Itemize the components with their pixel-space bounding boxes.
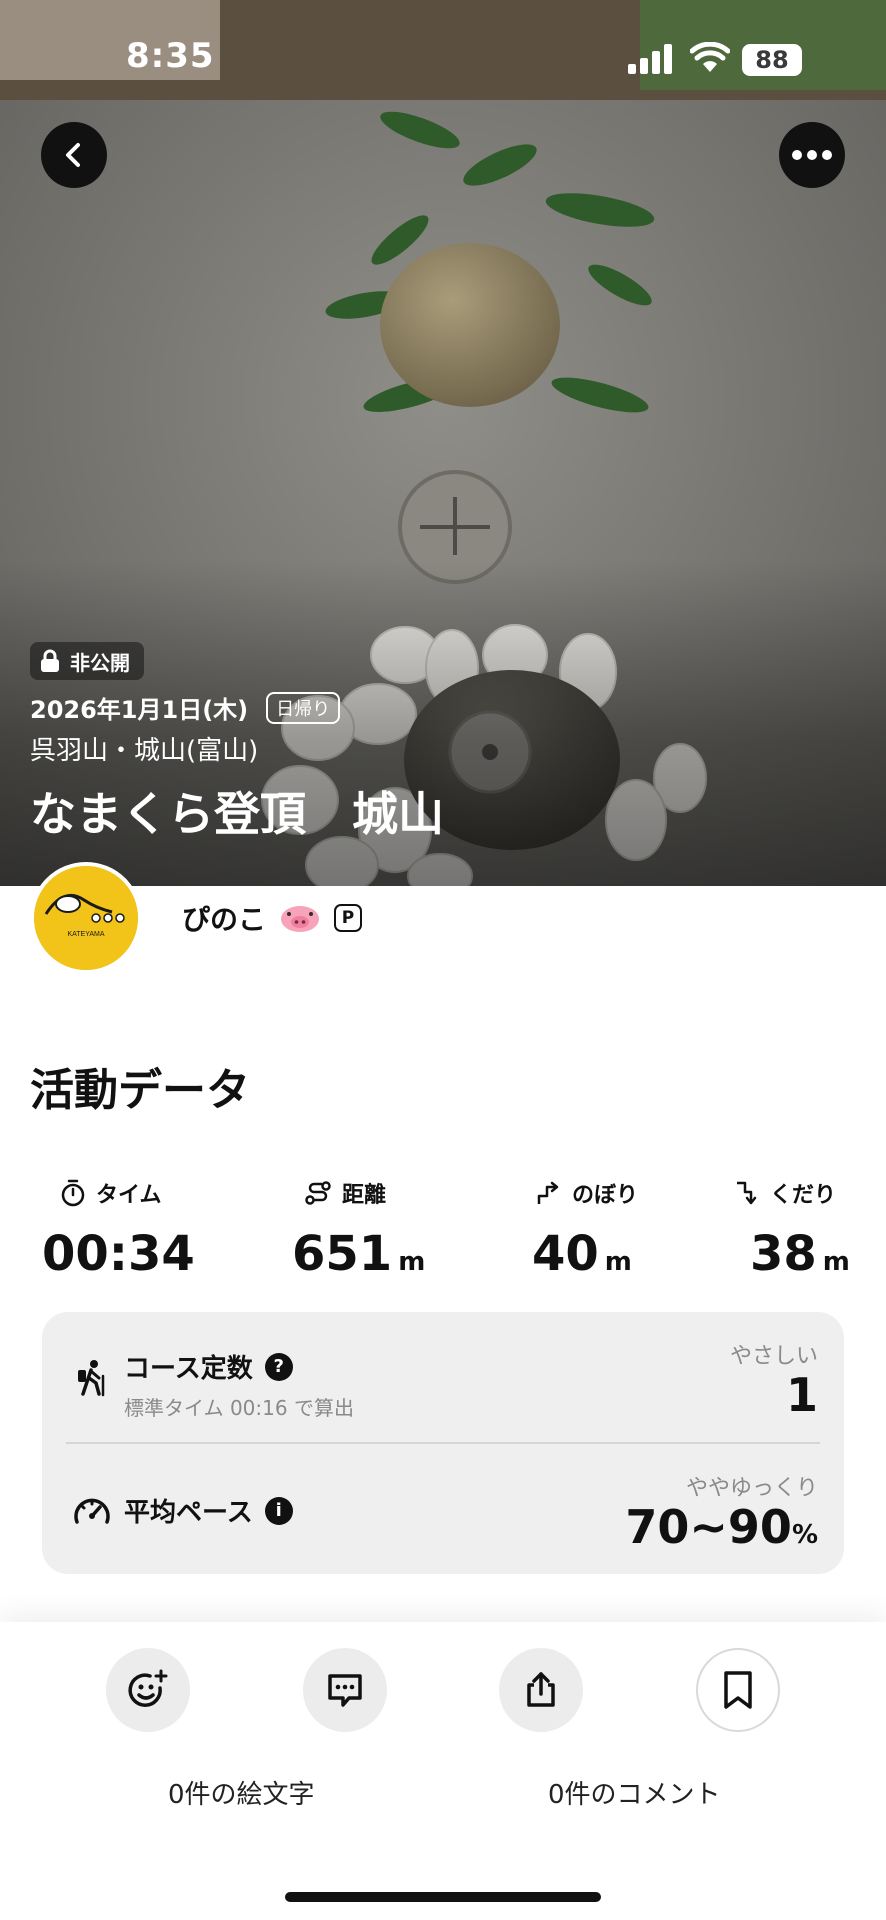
- status-time: 8:35: [126, 36, 215, 76]
- home-indicator: [285, 1892, 601, 1902]
- stat-ascent: のぼり 40 m: [532, 1176, 732, 1282]
- info-icon[interactable]: i: [264, 1496, 293, 1525]
- bookmark-icon: [724, 1671, 752, 1709]
- add-emoji-button[interactable]: [106, 1648, 190, 1732]
- help-icon[interactable]: ?: [264, 1352, 293, 1381]
- stat-label: 距離: [342, 1183, 387, 1208]
- stat-label: のぼり: [572, 1183, 639, 1208]
- avatar-text: KATEYAMA: [67, 931, 104, 938]
- chevron-left-icon: [66, 143, 80, 167]
- lock-icon: [41, 649, 59, 672]
- comment-button[interactable]: [303, 1648, 387, 1732]
- average-pace-value: 70~90: [625, 1500, 792, 1554]
- course-constant-subtitle: 標準タイム 00:16 で算出: [124, 1396, 354, 1420]
- average-pace-rating: ややゆっくり: [685, 1476, 818, 1501]
- trip-type-tag: 日帰り: [266, 691, 341, 724]
- cellular-signal-icon: [628, 44, 672, 74]
- speedometer-icon: [74, 1498, 110, 1524]
- course-constant-rating: やさしい: [729, 1344, 818, 1369]
- bookmark-button[interactable]: [696, 1648, 780, 1732]
- stat-unit: m: [398, 1247, 426, 1277]
- share-button[interactable]: [499, 1648, 583, 1732]
- descent-icon: [737, 1181, 757, 1205]
- ellipsis-icon: [792, 150, 832, 160]
- status-bar: 8:35 88: [0, 0, 886, 120]
- stat-unit: m: [822, 1247, 850, 1277]
- battery-indicator: 88: [742, 44, 802, 76]
- private-label: 非公開: [70, 650, 130, 675]
- stat-value: 40: [532, 1226, 599, 1282]
- ascent-icon: [537, 1181, 559, 1204]
- stat-value: 651: [292, 1226, 393, 1282]
- hiker-icon: [78, 1360, 105, 1397]
- user-row[interactable]: ぴのこ P: [182, 898, 363, 938]
- stat-time: タイム 00:34: [42, 1176, 242, 1282]
- stopwatch-icon: [61, 1179, 85, 1207]
- average-pace-row[interactable]: 平均ペース i ややゆっくり 70~90%: [42, 1444, 844, 1574]
- stats-row: タイム 00:34 距離 651 m のぼり 40 m くだり 38 m: [0, 1176, 886, 1282]
- course-constant-row[interactable]: コース定数 ? 標準タイム 00:16 で算出 やさしい 1: [42, 1312, 844, 1442]
- more-options-button[interactable]: [779, 122, 845, 188]
- hero-date-row: 2026年1月1日(木) 日帰り: [30, 690, 341, 725]
- course-stats-card: コース定数 ? 標準タイム 00:16 で算出 やさしい 1 平均ペース i や…: [42, 1312, 844, 1574]
- stat-label: くだり: [770, 1183, 837, 1208]
- avatar[interactable]: KATEYAMA: [30, 862, 142, 974]
- stat-value: 38: [750, 1226, 817, 1282]
- activity-date: 2026年1月1日(木): [30, 696, 249, 724]
- stat-label: タイム: [96, 1183, 162, 1208]
- comment-icon: [328, 1674, 362, 1707]
- course-constant-value: 1: [785, 1368, 818, 1422]
- share-icon: [527, 1672, 555, 1707]
- stat-value: 00:34: [42, 1226, 195, 1282]
- comment-count[interactable]: 0件のコメント: [548, 1774, 721, 1811]
- pig-emoji-icon: [281, 906, 320, 932]
- back-button[interactable]: [41, 122, 107, 188]
- premium-badge: P: [334, 904, 363, 932]
- emoji-count[interactable]: 0件の絵文字: [168, 1774, 315, 1811]
- course-constant-title: コース定数: [124, 1354, 253, 1384]
- wifi-icon: [690, 42, 730, 72]
- activity-title: なまくら登頂 城山: [30, 787, 444, 841]
- private-badge: 非公開: [30, 642, 144, 680]
- emoji-add-icon: [128, 1669, 168, 1707]
- route-icon: [305, 1181, 331, 1205]
- bottom-action-bar: 0件の絵文字 0件のコメント: [0, 1622, 886, 1920]
- stat-descent: くだり 38 m: [730, 1176, 870, 1282]
- average-pace-unit: %: [791, 1520, 818, 1550]
- stat-distance: 距離 651 m: [292, 1176, 492, 1282]
- section-title-activity: 活動データ: [30, 1065, 250, 1116]
- stat-unit: m: [604, 1247, 632, 1277]
- mountain-name[interactable]: 呉羽山・城山(富山): [30, 730, 258, 767]
- avatar-image: KATEYAMA: [34, 866, 138, 970]
- user-name[interactable]: ぴのこ: [182, 898, 266, 938]
- average-pace-title: 平均ペース: [124, 1498, 253, 1528]
